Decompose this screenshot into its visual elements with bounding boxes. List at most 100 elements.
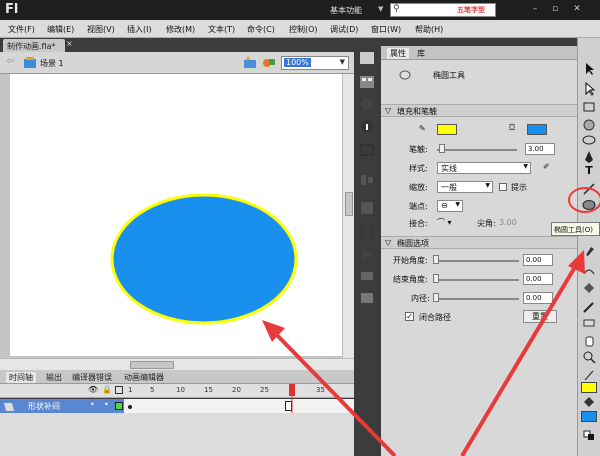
text-tool-icon[interactable]: T [581,164,597,178]
lock-dot[interactable]: • [104,400,109,409]
close-icon[interactable]: × [66,39,73,48]
hand-tool-icon[interactable] [581,334,597,348]
ellipse-tool-icon[interactable] [581,198,597,212]
scrollbar-thumb[interactable] [345,192,353,216]
keyframe[interactable] [128,405,132,409]
section-fill-stroke[interactable]: ▽ 填充和笔触 [381,104,577,117]
vertical-scrollbar[interactable] [342,74,354,358]
fill-color-tool-icon[interactable] [581,396,597,410]
panel-icon[interactable] [358,50,376,66]
brush-tool-icon[interactable] [581,246,597,260]
menu-commands[interactable]: 命令(C) [247,24,275,35]
menu-control[interactable]: 控制(O) [289,24,318,35]
eye-icon[interactable]: 👁 [88,385,98,394]
close-icon[interactable]: ✕ [570,3,584,16]
cap-select[interactable]: ⊖ ▼ [437,200,463,212]
miter-value[interactable]: 3.00 [499,218,517,227]
settings-icon[interactable] [358,268,376,284]
tab-timeline[interactable]: 时间轴 [6,372,36,383]
menu-window[interactable]: 窗口(W) [371,24,401,35]
color-icon[interactable] [358,96,376,112]
chevron-down-icon[interactable]: ▼ [523,163,528,170]
edit-scene-icon[interactable] [243,56,257,69]
visibility-dot[interactable]: • [90,400,95,409]
tab-output[interactable]: 输出 [46,372,62,383]
tab-library[interactable]: 库 [417,48,425,59]
inner-radius-slider[interactable] [433,298,519,300]
deco-tool-icon[interactable] [581,264,597,278]
scrollbar-thumb[interactable] [130,361,174,369]
paint-bucket-icon[interactable] [581,282,597,296]
drawn-ellipse[interactable] [110,193,298,325]
menu-debug[interactable]: 调试(D) [330,24,358,35]
chevron-down-icon[interactable]: ▼ [485,182,490,189]
menu-text[interactable]: 文本(T) [208,24,235,35]
menu-edit[interactable]: 编辑(E) [47,24,74,35]
section-ellipse-options[interactable]: ▽ 椭圆选项 [381,236,577,249]
lock-icon[interactable]: 🔒 [102,385,112,394]
edit-symbols-icon[interactable] [262,56,276,69]
components-icon[interactable] [358,224,376,240]
hint-checkbox[interactable] [499,183,507,191]
close-path-checkbox[interactable]: ✓ [405,312,414,321]
edit-style-icon[interactable]: ✐ [543,162,550,171]
maximize-icon[interactable]: ▫ [548,3,562,16]
fill-color-chip[interactable] [581,411,597,422]
chevron-down-icon[interactable]: ▼ [455,201,460,208]
chevron-down-icon[interactable]: ▽ [385,238,391,247]
stroke-slider[interactable] [437,149,517,151]
stage-canvas[interactable] [10,74,342,356]
zoom-select[interactable]: 100% ▼ [281,56,349,70]
minimize-icon[interactable]: – [528,3,542,16]
slider-knob[interactable] [439,144,445,153]
chevron-down-icon[interactable]: ▼ [378,5,383,13]
selection-tool-icon[interactable] [581,62,597,76]
swap-colors-icon[interactable] [581,428,597,442]
stroke-color-swatch[interactable] [437,124,457,135]
history-icon[interactable] [358,290,376,306]
slider-knob[interactable] [433,293,439,302]
outline-icon[interactable] [115,386,123,394]
zoom-tool-icon[interactable] [581,350,597,364]
layer-name-cell[interactable]: 形状补间 • • [0,399,124,413]
layer-color-box[interactable] [115,402,123,410]
eraser-icon[interactable] [581,316,597,330]
layer-name[interactable]: 形状补间 [28,401,60,412]
menu-insert[interactable]: 插入(I) [127,24,152,35]
subselection-tool-icon[interactable] [581,82,597,96]
stroke-color-chip[interactable] [581,382,597,393]
library-icon[interactable] [358,200,376,216]
menu-help[interactable]: 帮助(H) [415,24,443,35]
menu-view[interactable]: 视图(V) [87,24,115,35]
tab-motion-editor[interactable]: 动画编辑器 [124,372,164,383]
reset-button[interactable]: 重置 [523,310,557,323]
start-angle-slider[interactable] [433,260,519,262]
code-icon[interactable] [358,246,376,262]
eyedropper-icon[interactable] [581,300,597,314]
tab-compiler-errors[interactable]: 编译器错误 [72,372,112,383]
stroke-color-tool-icon[interactable] [581,368,597,382]
workspace-switcher[interactable]: 基本功能 [330,5,362,16]
back-arrow-icon[interactable]: ⇦ [6,56,14,67]
scale-select[interactable]: 一般 ▼ [437,181,493,193]
lasso-icon[interactable] [581,134,597,148]
tab-properties[interactable]: 属性 [387,48,409,59]
info-icon[interactable] [358,118,376,134]
search-input[interactable]: ⚲ 五笔字型 [390,3,496,17]
3d-rotation-icon[interactable] [581,118,597,132]
chevron-down-icon[interactable]: ▽ [385,106,391,115]
style-select[interactable]: 实线 ▼ [437,162,531,174]
end-angle-slider[interactable] [433,279,519,281]
fill-color-swatch[interactable] [527,124,547,135]
inner-radius-input[interactable]: 0.00 [523,292,553,304]
menu-modify[interactable]: 修改(M) [166,24,195,35]
slider-knob[interactable] [433,255,439,264]
grid-icon[interactable] [358,74,376,90]
pen-tool-icon[interactable] [581,150,597,164]
end-angle-input[interactable]: 0.00 [523,273,553,285]
layer-row[interactable]: 形状补间 • • [0,399,354,413]
menu-file[interactable]: 文件(F) [8,24,35,35]
free-transform-icon[interactable] [581,100,597,114]
join-icon[interactable]: ⌒ ▾ [437,217,452,228]
line-tool-icon[interactable] [581,182,597,196]
